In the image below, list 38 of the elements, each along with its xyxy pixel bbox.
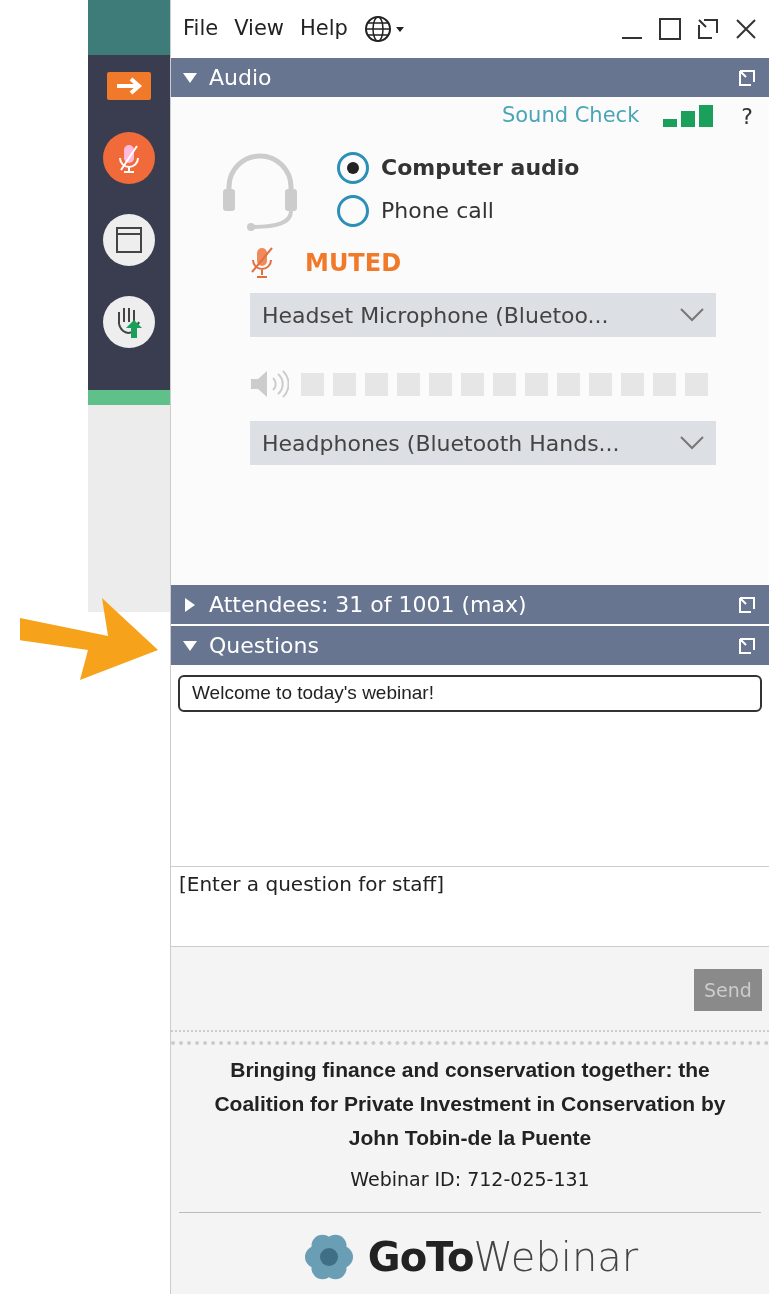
expanded-caret-icon xyxy=(183,70,197,85)
close-icon[interactable] xyxy=(735,18,757,40)
expanded-caret-icon xyxy=(183,638,197,653)
splitter-handle[interactable] xyxy=(171,1030,769,1045)
headset-icon xyxy=(221,151,299,231)
chat-message: Welcome to today's webinar! xyxy=(178,675,762,712)
maximize-icon[interactable] xyxy=(659,18,681,40)
section-header[interactable]: Attendees: 31 of 1001 (max) xyxy=(171,585,769,624)
radio-button[interactable] xyxy=(337,194,369,227)
speaker-icon xyxy=(249,369,289,399)
section-title: Attendees: 31 of 1001 (max) xyxy=(209,591,528,619)
radio-label: Computer audio xyxy=(381,154,580,182)
mic-status: MUTED xyxy=(305,248,402,279)
section-header[interactable]: Audio xyxy=(171,58,769,97)
menu-item[interactable]: View xyxy=(234,13,284,45)
window-icon[interactable] xyxy=(103,214,155,266)
muted-microphone-icon[interactable] xyxy=(103,132,155,184)
radio-button[interactable] xyxy=(337,151,369,184)
section-title: Questions xyxy=(209,632,320,660)
brand-logo-text: GoToWebinar xyxy=(367,1232,639,1282)
collapsed-caret-icon xyxy=(183,597,197,612)
menu-item[interactable]: Help xyxy=(300,13,348,45)
chevron-down-icon xyxy=(680,436,704,450)
radio-label: Phone call xyxy=(381,197,494,225)
arrow-right-icon[interactable] xyxy=(107,72,151,100)
popout-icon[interactable] xyxy=(697,18,719,40)
webinar-title: Bringing finance and conservation together: the Coalition for Private Investment in Conservation by John Tobin-de la Puente xyxy=(213,1057,727,1151)
webinar-id: Webinar ID: 712-025-131 xyxy=(350,1167,590,1192)
section-header[interactable]: Questions xyxy=(171,626,769,665)
menu-item[interactable]: File xyxy=(183,13,219,45)
globe-icon[interactable] xyxy=(363,15,406,43)
section-title: Audio xyxy=(209,64,273,92)
device-dropdown[interactable]: Headset Microphone (Bluetoo... xyxy=(250,293,716,337)
help-icon[interactable]: ? xyxy=(741,99,753,133)
chevron-down-icon xyxy=(680,308,704,322)
device-dropdown[interactable]: Headphones (Bluetooth Hands... xyxy=(250,421,716,465)
question-input[interactable]: [Enter a question for staff] xyxy=(171,867,769,947)
raise-hand-icon[interactable] xyxy=(103,296,155,348)
